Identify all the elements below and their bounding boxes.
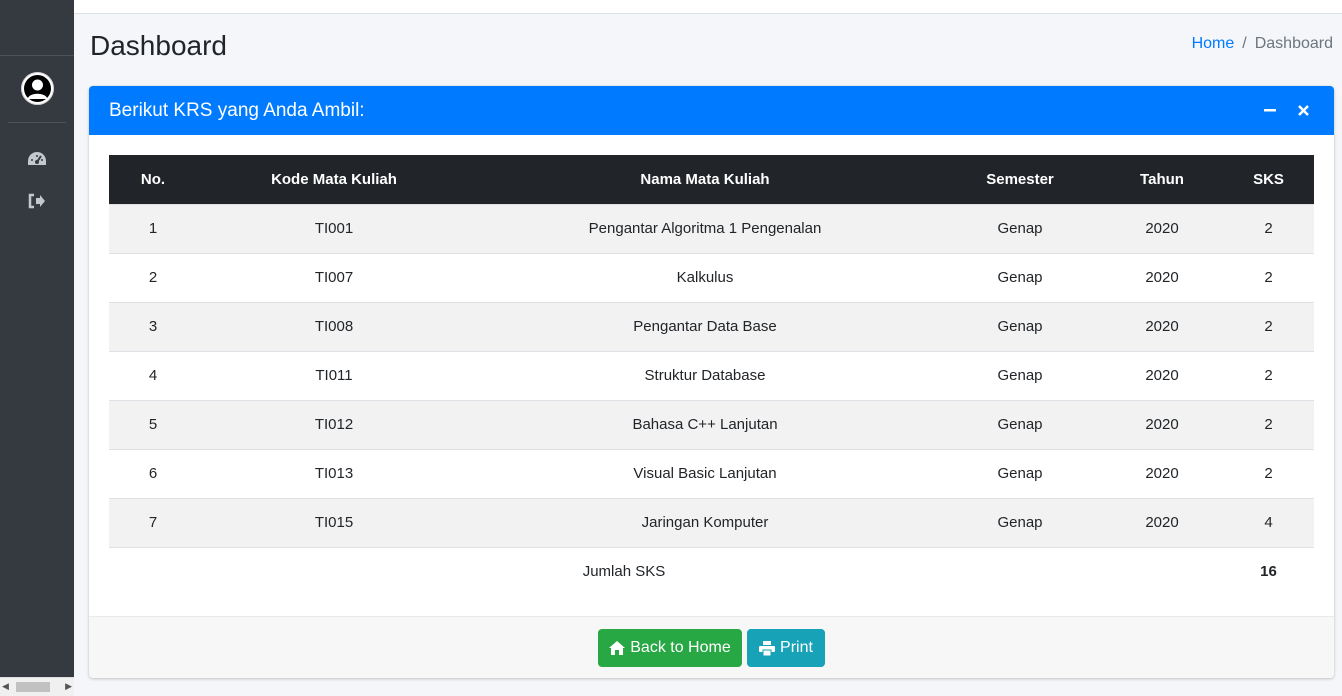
header-no: No. (140, 170, 166, 188)
cell-sks: 2 (1264, 318, 1273, 335)
header-tahun: Tahun (1140, 170, 1184, 188)
horizontal-scrollbar[interactable]: ◀ ▶ (0, 677, 74, 696)
cell-kode: TI008 (314, 318, 354, 335)
scroll-left-icon[interactable]: ◀ (2, 682, 9, 692)
cell-tahun: 2020 (1145, 416, 1179, 433)
cell-tahun: 2020 (1145, 367, 1179, 384)
print-button[interactable]: Print (747, 629, 825, 667)
cell-sks: 4 (1264, 514, 1273, 531)
cell-semester: Genap (997, 318, 1043, 335)
sidebar: ◀ ▶ (0, 0, 74, 696)
cell-empty (1101, 547, 1223, 596)
print-icon (759, 640, 776, 656)
cell-sks: 2 (1264, 367, 1273, 384)
cell-kode: TI007 (314, 269, 354, 286)
cell-tahun: 2020 (1145, 318, 1179, 335)
cell-no: 1 (148, 220, 158, 237)
table-row: 4 TI011 Struktur Database Genap 2020 2 (109, 351, 1314, 400)
sidebar-divider (8, 122, 66, 123)
scroll-right-icon[interactable]: ▶ (65, 682, 72, 692)
krs-card: Berikut KRS yang Anda Ambil: No. Kode Ma… (89, 86, 1334, 678)
top-navbar (74, 0, 1342, 14)
home-icon (609, 641, 626, 655)
table-row: 6 TI013 Visual Basic Lanjutan Genap 2020… (109, 449, 1314, 498)
cell-sks: 2 (1264, 416, 1273, 433)
back-to-home-label: Back to Home (630, 639, 731, 656)
header-nama: Nama Mata Kuliah (640, 170, 770, 188)
cell-nama: Bahasa C++ Lanjutan (632, 416, 778, 433)
cell-kode: TI001 (314, 220, 354, 237)
cell-nama: Pengantar Data Base (633, 318, 777, 335)
cell-semester: Genap (997, 416, 1043, 433)
cell-semester: Genap (997, 465, 1043, 482)
header-semester: Semester (986, 170, 1054, 188)
print-label: Print (780, 639, 813, 656)
cell-no: 2 (148, 269, 158, 286)
close-button[interactable] (1293, 99, 1313, 121)
cell-semester: Genap (997, 220, 1043, 237)
cell-tahun: 2020 (1145, 465, 1179, 482)
table-row: 7 TI015 Jaringan Komputer Genap 2020 4 (109, 498, 1314, 547)
cell-nama: Pengantar Algoritma 1 Pengenalan (588, 220, 822, 237)
table-total-row: Jumlah SKS 16 (109, 547, 1314, 596)
cell-sks: 2 (1264, 269, 1273, 286)
user-avatar-icon (21, 72, 54, 105)
card-header: Berikut KRS yang Anda Ambil: (89, 86, 1334, 135)
breadcrumb: Home / Dashboard (1192, 35, 1333, 53)
krs-table: No. Kode Mata Kuliah Nama Mata Kuliah Se… (109, 155, 1314, 596)
cell-semester: Genap (997, 514, 1043, 531)
breadcrumb-home-link[interactable]: Home (1192, 35, 1235, 53)
table-row: 2 TI007 Kalkulus Genap 2020 2 (109, 253, 1314, 302)
table-header-row: No. Kode Mata Kuliah Nama Mata Kuliah Se… (109, 155, 1314, 204)
cell-kode: TI013 (314, 465, 354, 482)
cell-semester: Genap (997, 367, 1043, 384)
cell-sks: 2 (1264, 220, 1273, 237)
header-sks: SKS (1253, 170, 1284, 188)
cell-nama: Struktur Database (644, 367, 766, 384)
cell-tahun: 2020 (1145, 514, 1179, 531)
card-footer: Back to Home Print (89, 616, 1334, 678)
cell-no: 4 (148, 367, 158, 384)
cell-tahun: 2020 (1145, 220, 1179, 237)
page-title: Dashboard (90, 30, 227, 61)
cell-no: 3 (148, 318, 158, 335)
cell-kode: TI011 (315, 367, 353, 384)
cell-nama: Kalkulus (676, 269, 734, 286)
table-row: 3 TI008 Pengantar Data Base Genap 2020 2 (109, 302, 1314, 351)
logout-icon[interactable] (26, 190, 48, 212)
cell-semester: Genap (997, 269, 1043, 286)
user-avatar[interactable] (21, 72, 54, 105)
cell-tahun: 2020 (1145, 269, 1179, 286)
cell-empty (939, 547, 1101, 596)
breadcrumb-separator: / (1242, 35, 1247, 52)
total-label: Jumlah SKS (582, 563, 666, 581)
header-kode: Kode Mata Kuliah (271, 170, 397, 188)
cell-no: 7 (148, 514, 158, 531)
cell-no: 5 (148, 416, 158, 433)
close-icon (1297, 104, 1309, 116)
table-row: 5 TI012 Bahasa C++ Lanjutan Genap 2020 2 (109, 400, 1314, 449)
total-sks-value: 16 (1260, 563, 1277, 581)
minimize-button[interactable] (1260, 99, 1280, 121)
cell-kode: TI012 (314, 416, 354, 433)
cell-no: 6 (148, 465, 158, 482)
cell-nama: Visual Basic Lanjutan (633, 465, 777, 482)
back-to-home-button[interactable]: Back to Home (598, 629, 742, 667)
minimize-icon (1264, 109, 1276, 112)
card-title: Berikut KRS yang Anda Ambil: (109, 100, 365, 121)
cell-sks: 2 (1264, 465, 1273, 482)
table-row: 1 TI001 Pengantar Algoritma 1 Pengenalan… (109, 204, 1314, 253)
dashboard-icon[interactable] (26, 148, 48, 170)
sidebar-divider (0, 55, 74, 56)
cell-kode: TI015 (314, 514, 354, 531)
scrollbar-thumb[interactable] (16, 682, 50, 692)
breadcrumb-current: Dashboard (1254, 35, 1333, 52)
cell-nama: Jaringan Komputer (641, 514, 769, 531)
